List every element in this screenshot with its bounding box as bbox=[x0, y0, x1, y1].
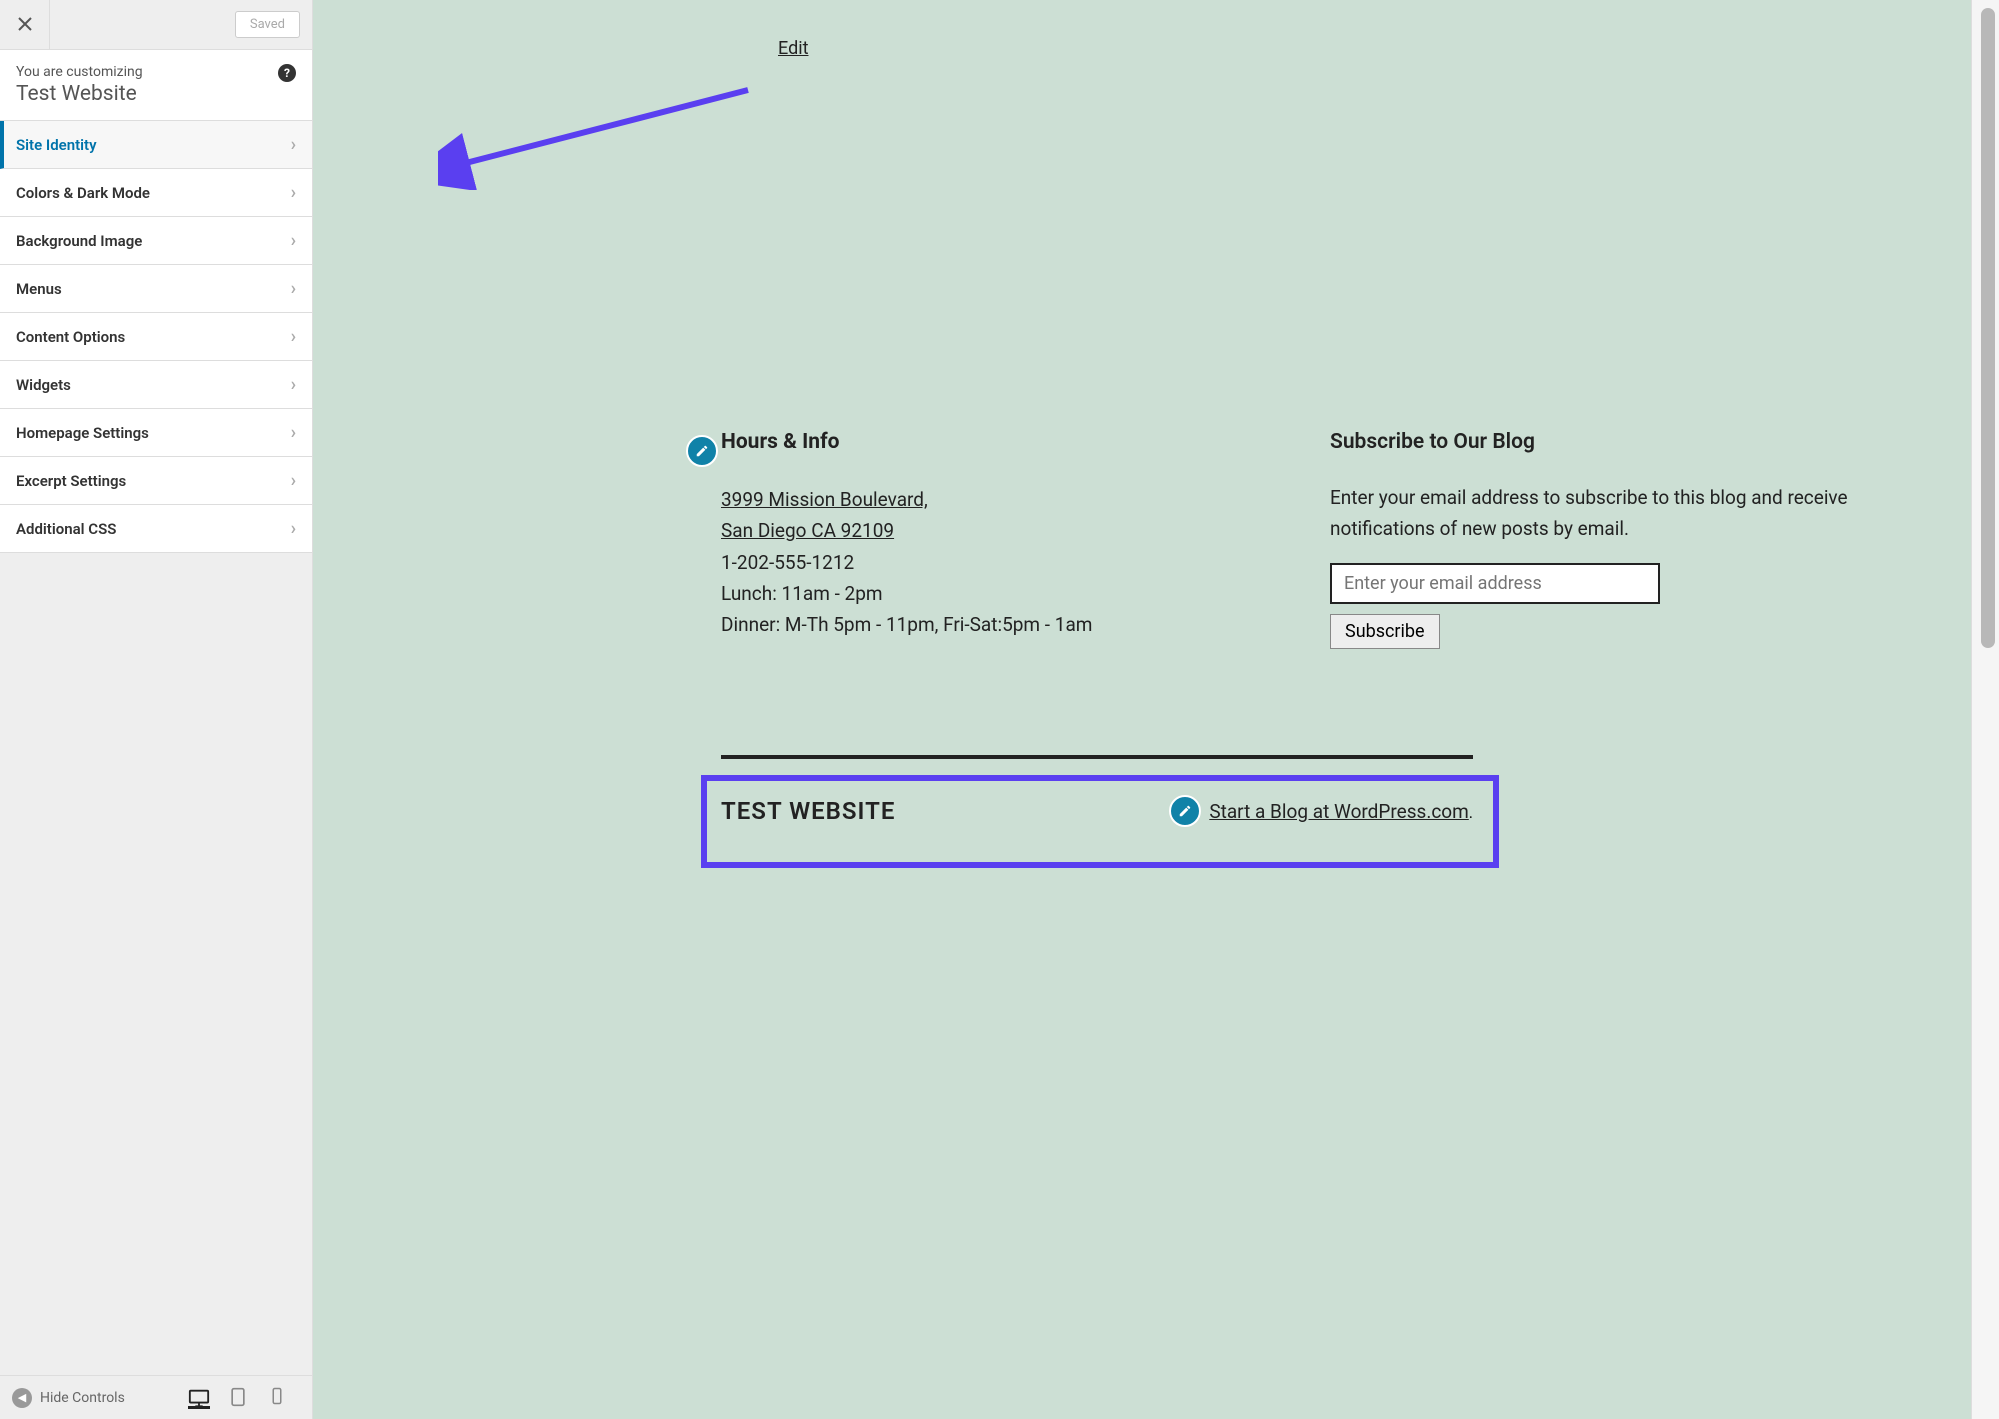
close-icon bbox=[17, 13, 33, 37]
subscribe-description: Enter your email address to subscribe to… bbox=[1330, 482, 1899, 545]
menu-item-label: Menus bbox=[16, 280, 62, 298]
arrow-annotation bbox=[438, 80, 758, 190]
dinner-hours: Dinner: M-Th 5pm - 11pm, Fri-Sat:5pm - 1… bbox=[721, 609, 1290, 640]
lunch-hours: Lunch: 11am - 2pm bbox=[721, 578, 1290, 609]
wp-link-suffix: . bbox=[1469, 803, 1473, 822]
desktop-icon[interactable] bbox=[188, 1387, 210, 1409]
widget-title: Hours & Info bbox=[721, 430, 1290, 454]
tablet-icon[interactable] bbox=[228, 1387, 250, 1409]
footer-bar: TEST WEBSITE Start a Blog at WordPress.c… bbox=[721, 795, 1473, 827]
menu-item-widgets[interactable]: Widgets › bbox=[0, 361, 312, 409]
menu-item-label: Site Identity bbox=[16, 136, 97, 154]
sidebar-footer: ◀ Hide Controls bbox=[0, 1375, 312, 1419]
address-line2[interactable]: San Diego CA 92109 bbox=[721, 515, 1290, 546]
close-button[interactable] bbox=[0, 0, 50, 50]
menu-item-homepage[interactable]: Homepage Settings › bbox=[0, 409, 312, 457]
widget-content: 3999 Mission Boulevard, San Diego CA 921… bbox=[721, 484, 1290, 641]
sidebar-header: Saved bbox=[0, 0, 312, 50]
menu-item-css[interactable]: Additional CSS › bbox=[0, 505, 312, 553]
widget-title: Subscribe to Our Blog bbox=[1330, 430, 1899, 454]
hours-widget: Hours & Info 3999 Mission Boulevard, San… bbox=[721, 430, 1290, 649]
hide-controls-label: Hide Controls bbox=[40, 1390, 125, 1406]
address-line1[interactable]: 3999 Mission Boulevard, bbox=[721, 484, 1290, 515]
edit-link[interactable]: Edit bbox=[778, 38, 808, 59]
footer-widgets: Hours & Info 3999 Mission Boulevard, San… bbox=[721, 430, 1899, 649]
edit-footer-icon[interactable] bbox=[1169, 795, 1201, 827]
menu-item-background[interactable]: Background Image › bbox=[0, 217, 312, 265]
menu-list: Site Identity › Colors & Dark Mode › Bac… bbox=[0, 121, 312, 1375]
preview-area: Edit Hours & Info 3999 Mission Boulevard… bbox=[313, 0, 1999, 1419]
chevron-right-icon: › bbox=[291, 374, 296, 395]
scrollbar[interactable] bbox=[1971, 0, 1999, 1419]
menu-item-label: Colors & Dark Mode bbox=[16, 184, 150, 202]
menu-item-menus[interactable]: Menus › bbox=[0, 265, 312, 313]
chevron-right-icon: › bbox=[291, 470, 296, 491]
hide-controls-button[interactable]: ◀ Hide Controls bbox=[12, 1388, 125, 1408]
customizing-label: You are customizing bbox=[16, 64, 296, 80]
customizing-block: You are customizing Test Website ? bbox=[0, 50, 312, 121]
site-name: Test Website bbox=[16, 82, 296, 106]
email-input[interactable] bbox=[1330, 563, 1660, 604]
wp-link[interactable]: Start a Blog at WordPress.com bbox=[1209, 800, 1468, 823]
chevron-right-icon: › bbox=[291, 326, 296, 347]
menu-item-label: Content Options bbox=[16, 328, 125, 346]
scroll-thumb[interactable] bbox=[1981, 8, 1995, 648]
menu-item-label: Background Image bbox=[16, 232, 142, 250]
chevron-right-icon: › bbox=[291, 230, 296, 251]
menu-item-label: Homepage Settings bbox=[16, 424, 149, 442]
menu-item-content-options[interactable]: Content Options › bbox=[0, 313, 312, 361]
footer-site-title[interactable]: TEST WEBSITE bbox=[721, 797, 895, 825]
customizer-sidebar: Saved You are customizing Test Website ?… bbox=[0, 0, 313, 1419]
footer-divider bbox=[721, 755, 1473, 759]
chevron-right-icon: › bbox=[291, 134, 296, 155]
device-icons bbox=[188, 1387, 290, 1409]
chevron-right-icon: › bbox=[291, 182, 296, 203]
menu-item-label: Excerpt Settings bbox=[16, 472, 126, 490]
wp-credit: Start a Blog at WordPress.com. bbox=[1169, 795, 1473, 827]
chevron-right-icon: › bbox=[291, 518, 296, 539]
menu-item-colors[interactable]: Colors & Dark Mode › bbox=[0, 169, 312, 217]
subscribe-widget: Subscribe to Our Blog Enter your email a… bbox=[1330, 430, 1899, 649]
mobile-icon[interactable] bbox=[268, 1387, 290, 1409]
help-icon[interactable]: ? bbox=[278, 64, 296, 82]
saved-button: Saved bbox=[235, 11, 300, 38]
collapse-icon: ◀ bbox=[12, 1388, 32, 1408]
edit-widget-icon[interactable] bbox=[686, 435, 718, 467]
chevron-right-icon: › bbox=[291, 278, 296, 299]
menu-item-excerpt[interactable]: Excerpt Settings › bbox=[0, 457, 312, 505]
phone: 1-202-555-1212 bbox=[721, 547, 1290, 578]
subscribe-button[interactable]: Subscribe bbox=[1330, 614, 1440, 649]
menu-item-label: Widgets bbox=[16, 376, 71, 394]
menu-item-label: Additional CSS bbox=[16, 520, 116, 538]
chevron-right-icon: › bbox=[291, 422, 296, 443]
menu-item-site-identity[interactable]: Site Identity › bbox=[0, 121, 312, 169]
